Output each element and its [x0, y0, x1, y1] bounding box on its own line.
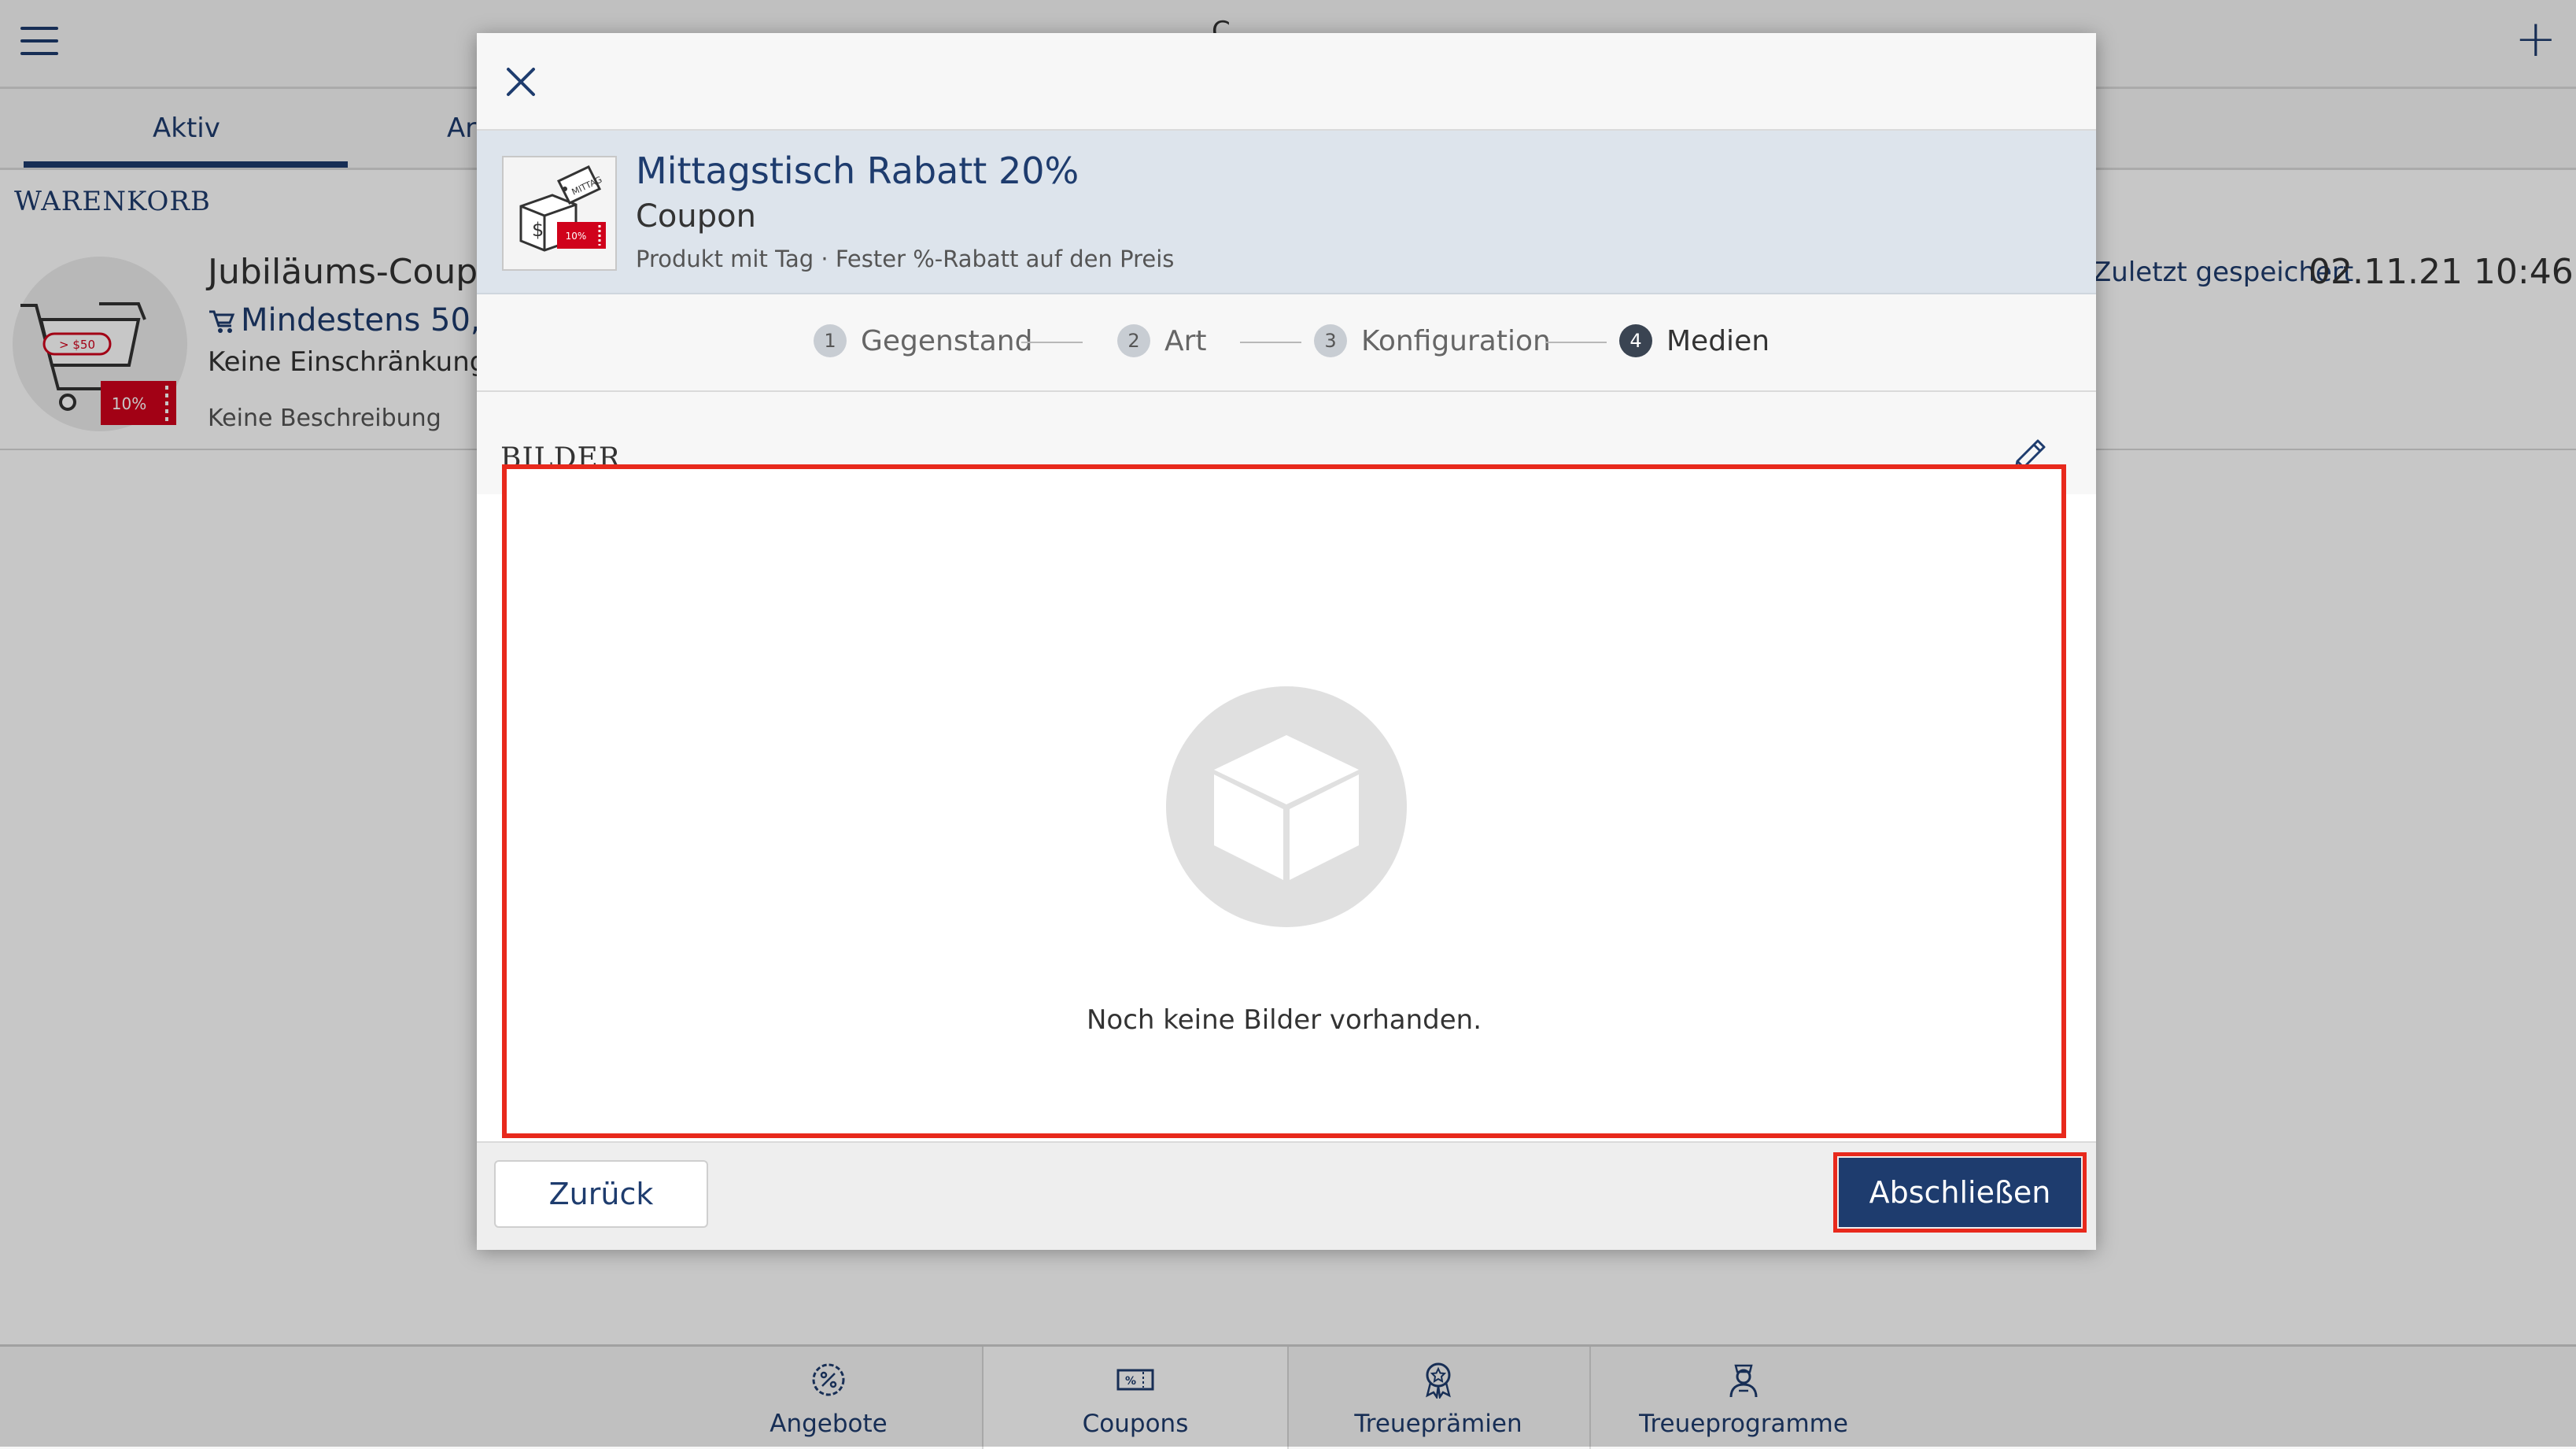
- step-label: Medien: [1666, 324, 1770, 357]
- step-gegenstand[interactable]: 1 Gegenstand: [814, 324, 1032, 359]
- empty-box-icon: [1166, 686, 1407, 927]
- svg-text:$: $: [532, 219, 544, 241]
- finish-button-highlight: Abschließen: [1833, 1152, 2087, 1233]
- media-drop-area[interactable]: Noch keine Bilder vorhanden.: [502, 464, 2066, 1138]
- step-art[interactable]: 2 Art: [1117, 324, 1207, 359]
- dialog-footer: Zurück Abschließen: [477, 1141, 2096, 1250]
- step-number: 2: [1117, 324, 1150, 357]
- empty-media-message: Noch keine Bilder vorhanden.: [1087, 1004, 1482, 1036]
- close-icon[interactable]: [504, 65, 538, 99]
- coupon-type: Coupon: [636, 198, 756, 235]
- step-number: 1: [814, 324, 847, 357]
- back-button[interactable]: Zurück: [494, 1160, 708, 1228]
- finish-button[interactable]: Abschließen: [1839, 1158, 2081, 1227]
- dialog-toolbar: [477, 33, 2096, 131]
- step-number: 3: [1314, 324, 1347, 357]
- step-konfiguration[interactable]: 3 Konfiguration: [1314, 324, 1551, 359]
- coupon-title: Mittagstisch Rabatt 20%: [636, 150, 1079, 192]
- coupon-thumb-badge: 10%: [566, 231, 587, 242]
- step-medien[interactable]: 4 Medien: [1619, 324, 1770, 359]
- step-label: Art: [1164, 324, 1207, 357]
- step-number: 4: [1619, 324, 1652, 357]
- step-connector: [1240, 342, 1301, 343]
- coupon-thumbnail: $ MITTAG 10%: [502, 156, 617, 271]
- product-tag-icon: $ MITTAG 10%: [519, 165, 606, 252]
- coupon-description: Produkt mit Tag · Fester %-Rabatt auf de…: [636, 246, 1175, 272]
- coupon-summary-header: $ MITTAG 10% Mittagstisch Rabatt 20% Cou…: [477, 131, 2096, 294]
- step-connector: [1545, 342, 1607, 343]
- step-connector: [1021, 342, 1083, 343]
- step-label: Gegenstand: [861, 324, 1033, 357]
- coupon-wizard-dialog: $ MITTAG 10% Mittagstisch Rabatt 20% Cou…: [477, 33, 2096, 1250]
- step-label: Konfiguration: [1361, 324, 1551, 357]
- wizard-stepper: 1 Gegenstand 2 Art 3 Konfiguration 4 Medien: [477, 294, 2096, 392]
